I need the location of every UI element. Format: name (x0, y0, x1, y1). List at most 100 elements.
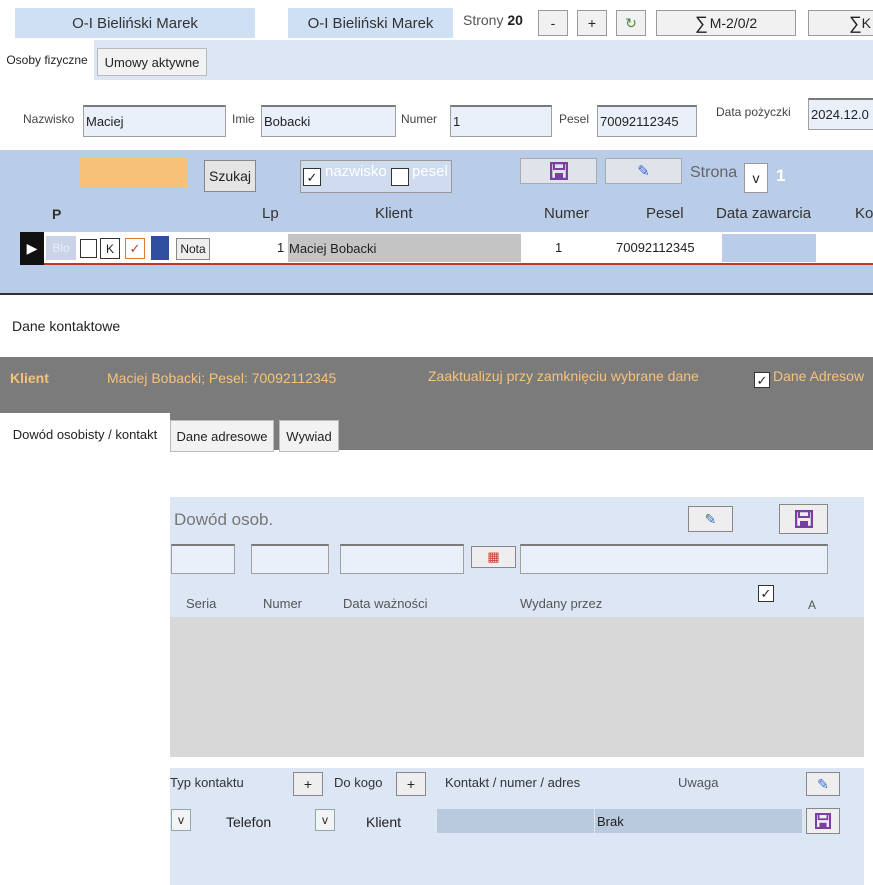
klient-label: Klient (10, 370, 49, 386)
page-plus-button[interactable]: + (577, 10, 607, 36)
tab-osoby-label: Osoby fizyczne (6, 53, 88, 67)
user-field-1: O-I Bieliński Marek (15, 8, 255, 38)
row-klient: Maciej Bobacki (288, 234, 521, 262)
sum-button-1[interactable]: ∑ M-2/0/2 (656, 10, 796, 36)
strona-value: 1 (776, 166, 786, 185)
col-header-lp: Lp (262, 205, 279, 222)
k-button[interactable]: K (100, 238, 120, 259)
numer-header: Numer (263, 596, 303, 611)
contact-section-title: Dane kontaktowe (12, 318, 121, 334)
pesel-checkbox[interactable] (391, 168, 409, 186)
nota-label: Nota (180, 242, 206, 256)
pesel-value: 70092112345 (600, 114, 679, 129)
pages-text: Strony (463, 12, 504, 28)
page-minus-button[interactable]: - (538, 10, 568, 36)
tab-umowy-aktywne[interactable]: Umowy aktywne (97, 48, 207, 76)
row-data-zawarcia (722, 234, 816, 262)
dowod-list-area (170, 617, 864, 757)
data-waznosci-input[interactable] (340, 544, 464, 574)
seria-header: Seria (186, 596, 217, 611)
row-lp: 1 (277, 240, 285, 255)
imie-input[interactable]: Bobacki (261, 105, 396, 137)
uwaga-header: Uwaga (678, 775, 719, 790)
status-checkbox[interactable]: ✓ (125, 238, 145, 259)
tab-dane-adresowe[interactable]: Dane adresowe (170, 420, 274, 452)
row-checkbox[interactable] (80, 239, 97, 258)
pencil-icon: ✎ (637, 163, 650, 180)
dowod-numer-input[interactable] (251, 544, 329, 574)
kontakt-edit-button[interactable]: ✎ (806, 772, 840, 796)
minus-text: - (550, 15, 556, 31)
tab-dowod-label: Dowód osobisty / kontakt (12, 426, 158, 442)
imie-label: Imie (232, 112, 255, 126)
kontakt-header: Kontakt / numer / adres (445, 775, 581, 790)
nazwisko-option-label: nazwisko (325, 163, 387, 180)
nazwisko-input[interactable]: Maciej (83, 105, 226, 137)
tab-umowy-label: Umowy aktywne (104, 54, 200, 70)
tab-osoby-fizyczne[interactable]: Osoby fizyczne (0, 40, 94, 80)
tab-wywiad[interactable]: Wywiad (279, 420, 339, 452)
user-2-label: O-I Bieliński Marek (307, 14, 434, 32)
uwaga-field[interactable]: Brak (595, 809, 802, 833)
strona-label: Strona (690, 164, 738, 181)
col-header-data: Data zawarcia (716, 205, 812, 222)
sum-button-2[interactable]: ∑ K (808, 10, 873, 36)
kontakt-value-field[interactable] (437, 809, 594, 833)
seria-input[interactable] (171, 544, 235, 574)
dane-adresowe-checkbox[interactable]: ✓ (754, 372, 770, 388)
edit-search-button[interactable]: ✎ (605, 158, 682, 184)
pesel-input[interactable]: 70092112345 (597, 105, 697, 137)
pencil-icon: ✎ (817, 775, 829, 792)
save-icon (815, 813, 831, 829)
chevron-down-icon: v (752, 170, 760, 186)
do-kogo-value: Klient (366, 814, 402, 830)
save-icon (549, 162, 568, 180)
do-kogo-dropdown[interactable]: v (315, 809, 335, 831)
uwaga-value: Brak (597, 813, 624, 829)
row-selector[interactable]: ▶ (20, 232, 44, 265)
numer-input[interactable]: 1 (450, 105, 552, 137)
calendar-button[interactable]: ▦ (471, 546, 516, 568)
strona-dropdown[interactable]: v (744, 163, 768, 193)
plus-icon-2: + (406, 776, 416, 792)
search-input[interactable] (80, 158, 188, 188)
nazwisko-checkbox[interactable]: ✓ (303, 168, 321, 186)
nazwisko-label: Nazwisko (23, 112, 75, 126)
dowod-save-button[interactable] (779, 504, 828, 534)
typ-kontaktu-dropdown[interactable]: v (171, 809, 191, 831)
save-search-button[interactable] (520, 158, 597, 184)
search-button[interactable]: Szukaj (204, 160, 256, 192)
wydany-header: Wydany przez (520, 596, 603, 611)
dowod-title: Dowód osob. (174, 510, 274, 529)
row-pesel: 70092112345 (616, 240, 695, 255)
nota-button[interactable]: Nota (176, 238, 210, 260)
pesel-option-label: pesel (412, 163, 448, 180)
wydany-przez-input[interactable] (520, 544, 828, 574)
calendar-icon: ▦ (487, 549, 500, 564)
numer-value: 1 (453, 114, 461, 129)
refresh-document-button[interactable]: ↻ (616, 10, 646, 36)
row-numer: 1 (555, 240, 563, 255)
dowod-edit-button[interactable]: ✎ (688, 506, 733, 532)
user-1-label: O-I Bieliński Marek (72, 14, 198, 32)
sum2-label: K (861, 15, 871, 31)
col-header-numer: Numer (544, 205, 590, 222)
col-header-p: P (52, 206, 62, 222)
pages-label: Strony 20 (463, 12, 523, 28)
blo-label: Blo (52, 241, 70, 255)
tab-dowod-kontakt[interactable]: Dowód osobisty / kontakt (0, 413, 170, 455)
a-checkbox[interactable]: ✓ (758, 585, 774, 602)
sum-icon: ∑ (694, 12, 708, 33)
dane-adresowe-label: Dane Adresow (773, 368, 865, 384)
chevron-down-icon: v (322, 813, 328, 827)
color-indicator (151, 236, 169, 260)
blo-cell[interactable]: Blo (46, 236, 76, 260)
add-typ-button[interactable]: + (293, 772, 323, 796)
kontakt-save-button[interactable] (806, 808, 840, 834)
data-pozyczki-label: Data pożyczki (716, 105, 791, 119)
nazwisko-value: Maciej (86, 114, 124, 129)
klient-name: Maciej Bobacki; Pesel: 70092112345 (107, 370, 337, 386)
col-header-klient: Klient (375, 205, 413, 222)
add-do-kogo-button[interactable]: + (396, 772, 426, 796)
data-pozyczki-input[interactable]: 2024.12.0 (808, 98, 873, 130)
